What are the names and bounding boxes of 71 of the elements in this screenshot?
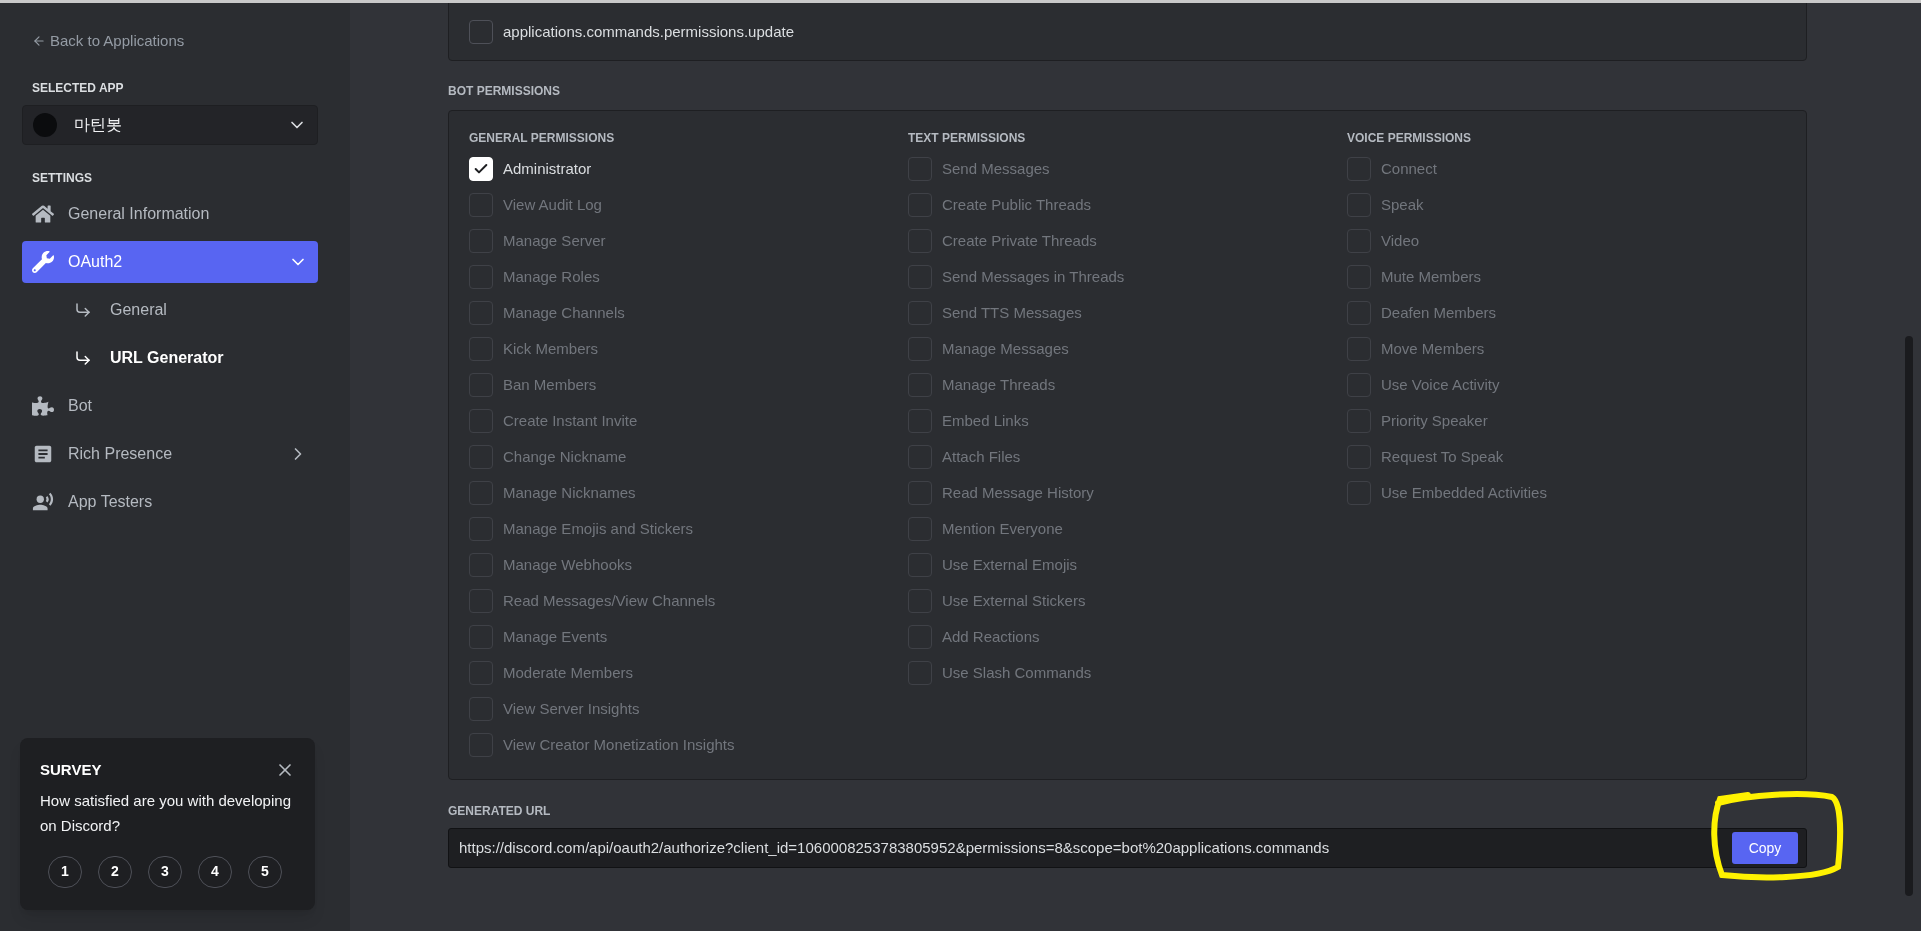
permission-label: Send Messages in Threads	[942, 266, 1125, 287]
survey-question: How satisfied are you with developing on Discord?	[40, 790, 292, 836]
permission-label: Manage Messages	[942, 338, 1069, 359]
permission-label: Use Embedded Activities	[1381, 482, 1547, 503]
permission-label: applications.commands.permissions.update	[503, 21, 794, 42]
permission-label: Manage Webhooks	[503, 554, 632, 575]
permission-label: Send Messages	[942, 158, 1050, 179]
permission-label: Change Nickname	[503, 446, 627, 467]
copy-button[interactable]: Copy	[1732, 832, 1798, 864]
permission-label: View Audit Log	[503, 194, 602, 215]
permission-label: Manage Roles	[503, 266, 600, 287]
permission-label: Priority Speaker	[1381, 410, 1488, 431]
permission-label: Mute Members	[1381, 266, 1482, 287]
checkbox[interactable]	[469, 20, 493, 44]
permission-label: Manage Channels	[503, 302, 625, 323]
permission-label: Move Members	[1381, 338, 1485, 359]
group-heading: VOICE PERMISSIONS	[1347, 130, 1473, 147]
permission-label: Manage Events	[503, 626, 608, 647]
section-label: SETTINGS	[31, 169, 93, 187]
sidebar-subitem[interactable]: URL Generator	[22, 336, 318, 379]
person-icon	[32, 490, 54, 513]
permission-label: Manage Emojis and Stickers	[503, 518, 694, 539]
permission-label: Administrator	[503, 158, 592, 179]
permission-label: Video	[1381, 230, 1420, 251]
corner-arrow-icon	[74, 348, 92, 367]
sidebar-item[interactable]: App Testers	[22, 480, 318, 523]
permission-label: Create Instant Invite	[503, 410, 638, 431]
permission-label: Create Public Threads	[942, 194, 1091, 215]
survey-title: SURVEY	[40, 760, 102, 780]
permission-label: Use External Emojis	[942, 554, 1078, 575]
permission-label: Read Message History	[942, 482, 1094, 503]
permission-label: Attach Files	[942, 446, 1021, 467]
app-avatar	[33, 112, 57, 137]
section-label: SELECTED APP	[31, 79, 125, 97]
permission-label: Manage Server	[503, 230, 606, 251]
permission-label: Ban Members	[503, 374, 597, 395]
sidebar-item[interactable]: Rich Presence	[22, 432, 318, 475]
group-heading: TEXT PERMISSIONS	[908, 130, 1027, 147]
corner-arrow-icon	[74, 300, 92, 319]
section-label: BOT PERMISSIONS	[448, 83, 561, 100]
permission-label: Read Messages/View Channels	[503, 590, 716, 611]
group-heading: GENERAL PERMISSIONS	[469, 130, 616, 147]
permission-label: View Server Insights	[503, 698, 640, 719]
permission-label: Manage Nicknames	[503, 482, 636, 503]
permission-label: Use External Stickers	[942, 590, 1086, 611]
section-label: GENERATED URL	[448, 803, 552, 820]
permission-label: Use Slash Commands	[942, 662, 1092, 683]
permission-label: Request To Speak	[1381, 446, 1504, 467]
sidebar-item[interactable]: OAuth2	[22, 240, 318, 283]
permission-label: Deafen Members	[1381, 302, 1497, 323]
back-link[interactable]: Back to Applications	[22, 30, 318, 53]
permission-label: Use Voice Activity	[1381, 374, 1500, 395]
puzzle-piece-icon	[32, 394, 54, 417]
permission-label: Mention Everyone	[942, 518, 1063, 539]
home-icon	[32, 202, 54, 225]
permission-label: Manage Threads	[942, 374, 1056, 395]
permission-label: Embed Links	[942, 410, 1029, 431]
sidebar-item[interactable]: Bot	[22, 384, 318, 427]
permission-label: Add Reactions	[942, 626, 1040, 647]
sidebar-item[interactable]: General Information	[22, 192, 318, 235]
wrench-icon	[32, 250, 54, 273]
sidebar-subitem[interactable]: General	[22, 288, 318, 331]
permission-label: Kick Members	[503, 338, 599, 359]
url-field[interactable]: https://discord.com/api/oauth2/authorize?client_id=1060008253783805952&permissions=8&scope=bot%20applications.commands Copy	[448, 828, 1807, 868]
permission-label: Send TTS Messages	[942, 302, 1082, 323]
permission-label: Moderate Members	[503, 662, 634, 683]
permission-label: Connect	[1381, 158, 1437, 179]
app-selector[interactable]: 마틴봇	[22, 104, 318, 145]
permission-label: Create Private Threads	[942, 230, 1097, 251]
permission-label: View Creator Monetization Insights	[503, 734, 735, 755]
permission-label: Speak	[1381, 194, 1424, 215]
